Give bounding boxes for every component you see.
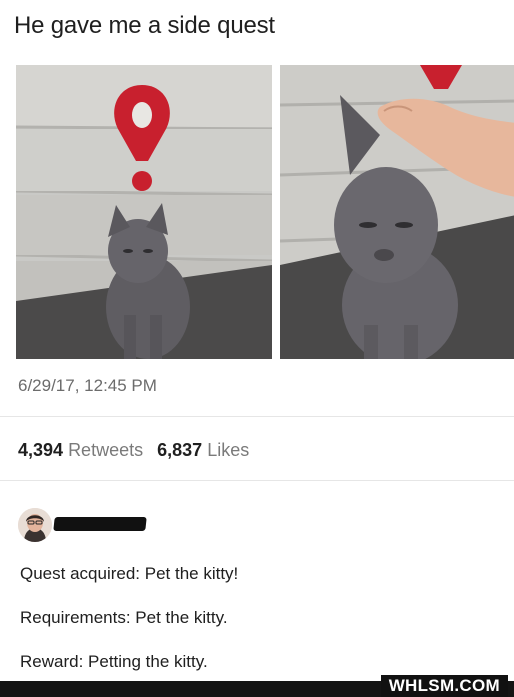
cat-photo-right — [280, 65, 514, 359]
avatar[interactable] — [18, 508, 52, 542]
site-watermark: WHLSM.COM — [380, 675, 508, 697]
post-title: He gave me a side quest — [14, 12, 275, 39]
reply-author[interactable] — [18, 508, 148, 542]
photo-cat-being-petted[interactable] — [280, 65, 514, 359]
reply-line-quest: Quest acquired: Pet the kitty! — [20, 564, 239, 583]
reply-line-reward: Reward: Petting the kitty. — [20, 652, 208, 671]
likes-count[interactable]: 6,837 — [157, 440, 202, 460]
engagement-stats: 4,394 Retweets 6,837 Likes — [18, 440, 258, 461]
reply-line-requirements: Requirements: Pet the kitty. — [20, 608, 228, 627]
retweets-count[interactable]: 4,394 — [18, 440, 63, 460]
divider — [0, 416, 514, 417]
retweets-label[interactable]: Retweets — [68, 440, 143, 460]
photo-cat-with-quest-marker[interactable] — [16, 65, 272, 359]
tweet-timestamp[interactable]: 6/29/17, 12:45 PM — [18, 376, 157, 396]
likes-label[interactable]: Likes — [207, 440, 249, 460]
photo-grid — [16, 65, 514, 359]
divider — [0, 480, 514, 481]
person-avatar-icon — [18, 508, 52, 542]
redacted-username — [53, 517, 147, 531]
cat-photo-left — [16, 65, 272, 359]
